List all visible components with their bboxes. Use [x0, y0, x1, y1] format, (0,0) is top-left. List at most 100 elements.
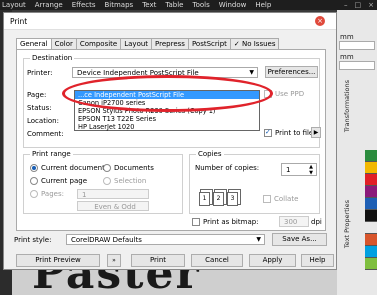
print-as-bitmap-label: Print as bitmap: [203, 218, 259, 226]
tab-layout[interactable]: Layout [120, 38, 153, 49]
menu-arrange[interactable]: Arrange [35, 1, 63, 9]
dialog-title: Print [10, 16, 28, 26]
color-swatch[interactable] [365, 162, 377, 174]
red-highlight-ellipse [62, 75, 273, 112]
menu-effects[interactable]: Effects [72, 1, 96, 9]
print-range-group-label: Print range [30, 150, 73, 158]
preferences-button[interactable]: Preferences... [265, 66, 318, 78]
menu-help[interactable]: Help [255, 1, 271, 9]
menu-window[interactable]: Window [219, 1, 247, 9]
color-palette[interactable] [365, 150, 377, 270]
documents-radio[interactable] [103, 164, 111, 172]
menu-tools[interactable]: Tools [192, 1, 209, 9]
double-chevron-icon: » [112, 257, 116, 264]
maximize-icon[interactable]: □ [355, 1, 362, 9]
window-controls: – □ × [344, 1, 377, 9]
comment-label: Comment: [27, 130, 64, 138]
color-swatch[interactable] [365, 258, 377, 270]
menu-table[interactable]: Table [165, 1, 183, 9]
dpi-unit-label: dpi [311, 218, 322, 226]
selection-label: Selection [114, 177, 147, 185]
unit-label: mm [340, 53, 354, 61]
color-swatch[interactable] [365, 174, 377, 186]
copies-group-label: Copies [196, 150, 224, 158]
print-to-file-options-button[interactable]: ▶ [311, 127, 321, 138]
page-icon: 2 [213, 192, 224, 206]
color-swatch[interactable] [365, 186, 377, 198]
status-label: Status: [27, 104, 52, 112]
docker-input[interactable] [339, 41, 375, 50]
print-to-file-label: Print to file [275, 129, 314, 137]
dpi-input[interactable]: 300 [279, 216, 309, 227]
color-swatch[interactable] [365, 234, 377, 246]
apply-button[interactable]: Apply [249, 254, 296, 267]
copies-stepper[interactable]: 1 ▲ ▼ [281, 163, 317, 176]
print-as-bitmap-checkbox[interactable] [192, 218, 200, 226]
tab-no-issues[interactable]: ✓ No Issues [229, 38, 280, 49]
print-to-file-checkbox[interactable] [264, 128, 272, 137]
print-preview-button[interactable]: Print Preview [16, 254, 100, 267]
preview-toggle-button[interactable]: » [107, 254, 121, 267]
page-icon: 3 [227, 192, 238, 206]
dialog-titlebar: Print [4, 13, 336, 30]
tab-color[interactable]: Color [50, 38, 77, 49]
collate-label: Collate [274, 195, 299, 203]
even-odd-select[interactable]: Even & Odd [77, 201, 149, 211]
documents-label: Documents [114, 164, 154, 172]
chevron-down-icon: ▼ [256, 236, 261, 243]
close-icon[interactable]: × [315, 16, 325, 26]
pages-radio[interactable] [30, 190, 38, 198]
page-icon: 1 [199, 192, 210, 206]
cancel-button[interactable]: Cancel [191, 254, 243, 267]
print-style-value: CorelDRAW Defaults [71, 236, 142, 244]
print-style-label: Print style: [14, 236, 52, 244]
color-swatch[interactable] [365, 210, 377, 222]
color-swatch[interactable] [365, 198, 377, 210]
close-window-icon[interactable]: × [368, 1, 374, 9]
use-ppd-label: Use PPD [275, 90, 305, 98]
print-dialog: Print × General Color Composite Layout P… [3, 12, 337, 270]
menu-text[interactable]: Text [142, 1, 156, 9]
current-document-label: Current document [41, 164, 105, 172]
selection-radio[interactable] [103, 177, 111, 185]
docker-tab-text-properties[interactable]: Text Properties [343, 200, 353, 248]
copies-value: 1 [286, 166, 291, 174]
color-swatch[interactable] [365, 150, 377, 162]
menu-layout[interactable]: Layout [2, 1, 26, 9]
spin-icon: ▲ ▼ [309, 164, 313, 176]
tab-postscript[interactable]: PostScript [187, 38, 231, 49]
docker-tab-transformations[interactable]: Transformations [343, 80, 353, 132]
collate-preview-icon: 1 2 3 [199, 192, 238, 206]
menu-bitmaps[interactable]: Bitmaps [105, 1, 134, 9]
check-icon: ✓ [233, 40, 242, 48]
chevron-down-icon: ▼ [249, 69, 254, 76]
unit-label: mm [340, 33, 354, 41]
page-label: Page: [27, 91, 47, 99]
number-of-copies-label: Number of copies: [195, 164, 260, 172]
current-page-label: Current page [41, 177, 87, 185]
docker-input[interactable] [339, 61, 375, 70]
printer-label: Printer: [27, 69, 53, 77]
tab-prepress[interactable]: Prepress [151, 38, 189, 49]
color-swatch[interactable] [365, 246, 377, 258]
printer-option[interactable]: HP LaserJet 1020 [75, 123, 259, 131]
pages-label: Pages: [41, 190, 64, 198]
destination-group-label: Destination [30, 54, 75, 62]
pages-input[interactable]: 1 [77, 189, 149, 199]
tab-composite[interactable]: Composite [75, 38, 122, 49]
current-page-radio[interactable] [30, 177, 38, 185]
print-button[interactable]: Print [131, 254, 185, 267]
save-as-button[interactable]: Save As... [272, 233, 327, 246]
app-menubar: Layout Arrange Effects Bitmaps Text Tabl… [0, 0, 377, 10]
tab-strip: General Color Composite Layout Prepress … [16, 38, 280, 50]
arrow-right-icon: ▶ [313, 129, 319, 136]
help-button[interactable]: Help [301, 254, 334, 267]
print-style-select[interactable]: CorelDRAW Defaults ▼ [66, 234, 265, 245]
printer-option[interactable]: EPSON T13 T22E Series [75, 115, 259, 123]
minimize-icon[interactable]: – [344, 1, 348, 9]
current-document-radio[interactable] [30, 164, 38, 172]
color-swatch[interactable] [365, 222, 377, 234]
tab-no-issues-label: No Issues [241, 40, 276, 48]
collate-checkbox[interactable] [263, 195, 271, 203]
location-label: Location: [27, 117, 59, 125]
